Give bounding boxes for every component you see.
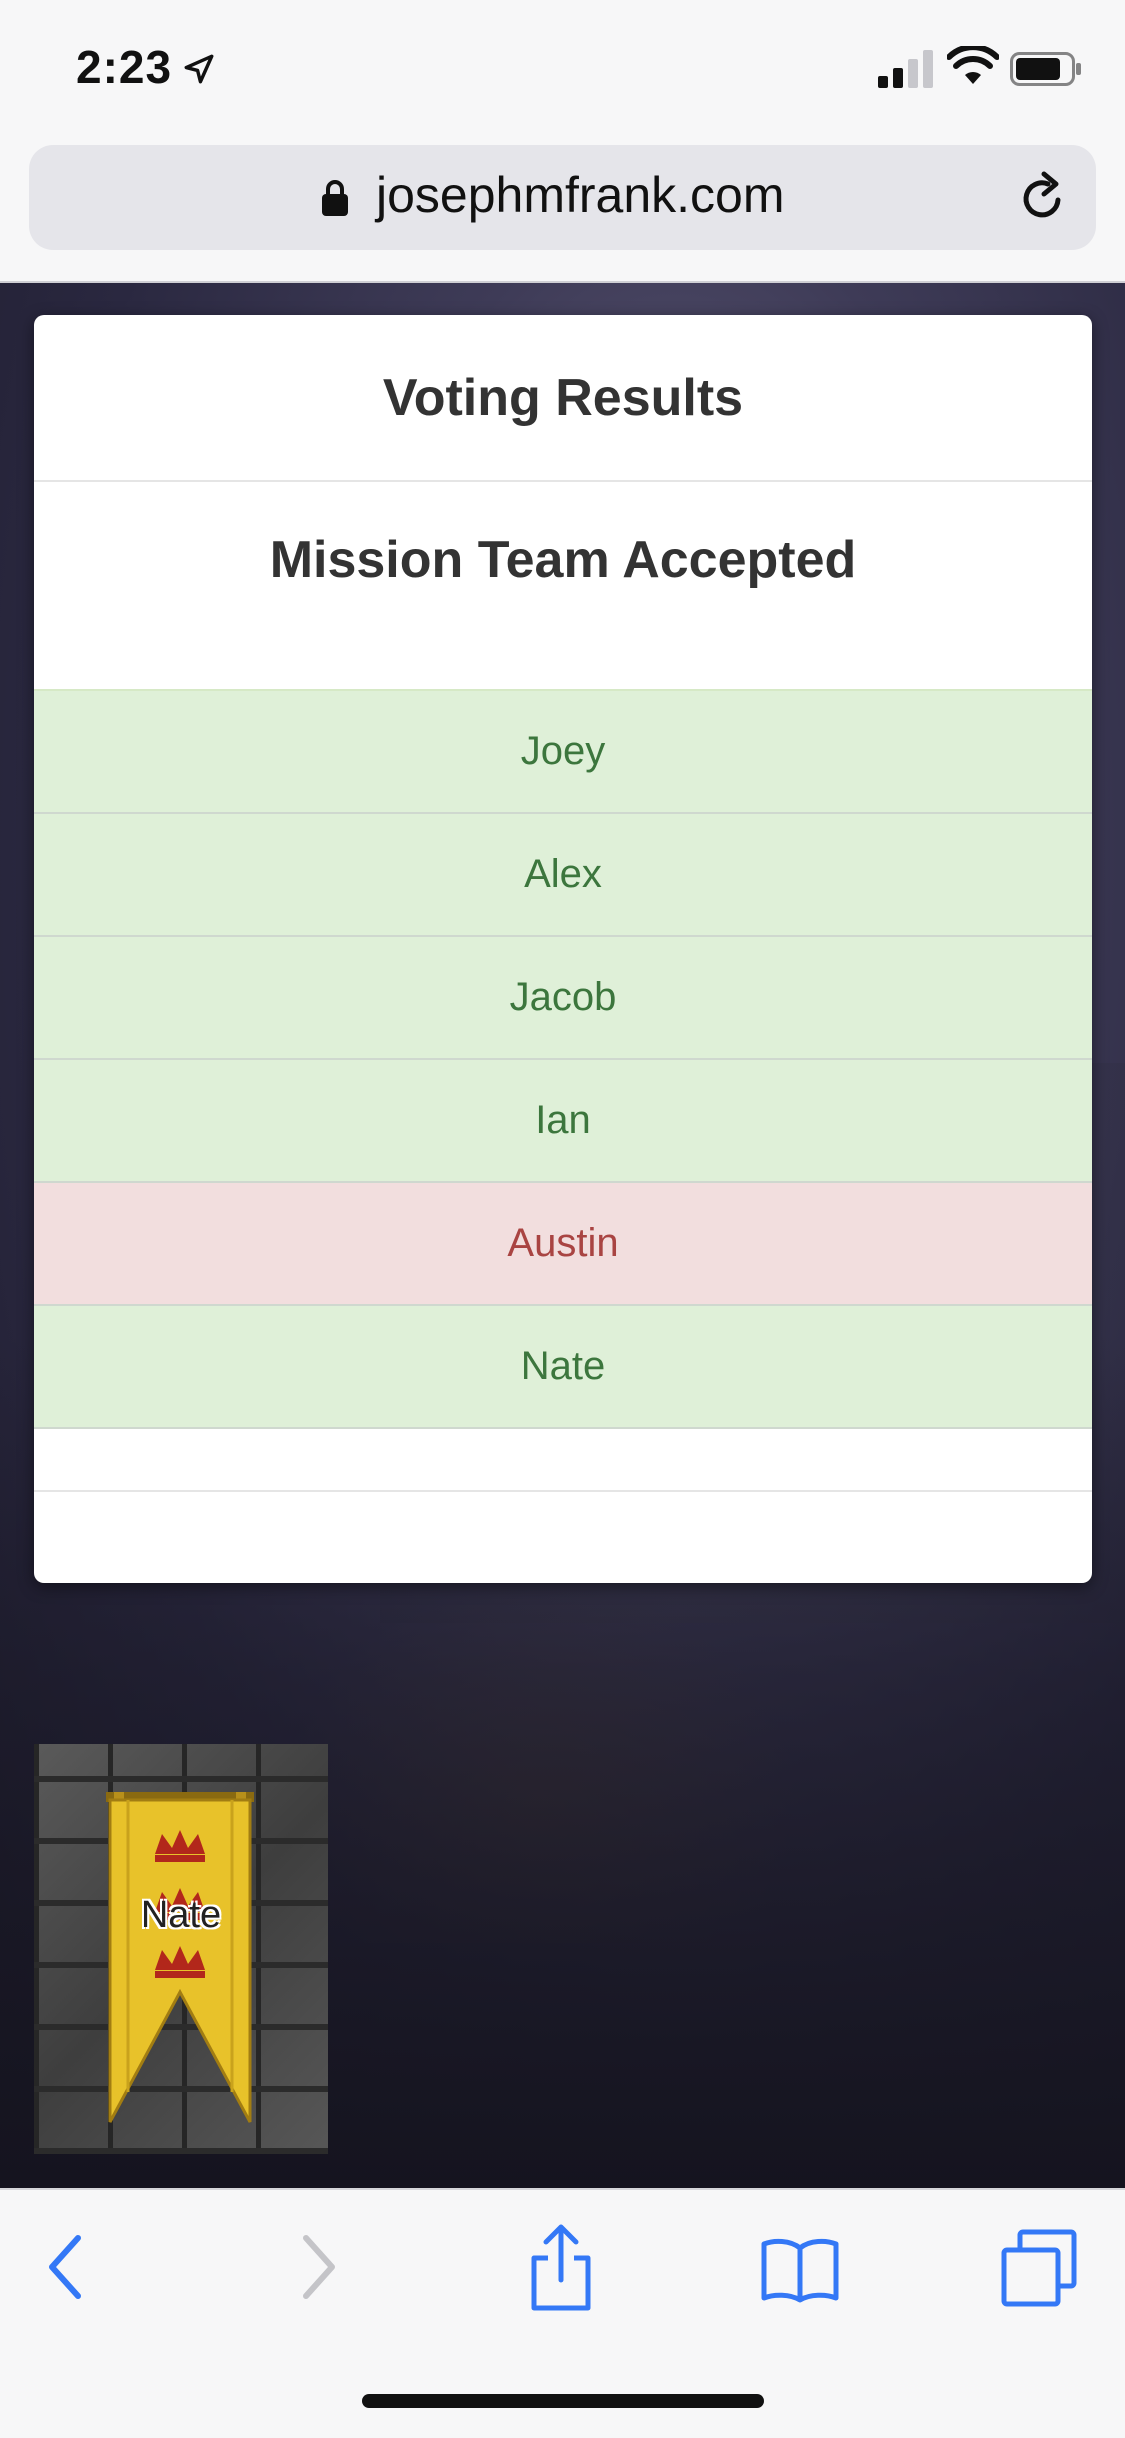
reload-icon[interactable] [1018,170,1068,224]
voter-name: Alex [524,852,602,896]
modal-body: Mission Team Accepted Joey Alex Jacob Ia… [34,482,1092,1492]
back-icon[interactable] [44,2232,88,2302]
bookmarks-icon[interactable] [760,2234,840,2304]
vote-list: Joey Alex Jacob Ian Austin Nate [34,689,1092,1429]
share-icon[interactable] [526,2222,596,2312]
lock-icon [322,180,348,216]
modal-header: Voting Results [34,315,1092,482]
status-bar: 2:23 [0,0,1125,135]
player-name: Nate [140,1894,222,1936]
battery-icon [1010,52,1081,86]
voting-results-modal: Voting Results Mission Team Accepted Joe… [34,315,1092,1583]
modal-footer [34,1490,1092,1583]
voter-name: Nate [520,1344,606,1388]
vote-row-approve: Nate [34,1306,1092,1429]
vote-row-approve: Alex [34,814,1092,937]
vote-row-approve: Joey [34,691,1092,814]
modal-title: Voting Results [382,368,744,427]
vote-outcome: Mission Team Accepted [269,531,857,589]
forward-icon[interactable] [296,2232,340,2302]
voter-name: Jacob [509,975,617,1019]
voter-name: Ian [535,1098,591,1142]
location-arrow-icon [184,54,214,84]
cellular-signal-icon [878,50,933,88]
vote-row-approve: Jacob [34,937,1092,1060]
crown-banner-icon [106,1792,254,2123]
vote-row-reject: Austin [34,1183,1092,1306]
home-indicator[interactable] [362,2394,764,2408]
status-time: 2:23 [76,41,173,93]
voter-name: Austin [507,1221,619,1265]
url-text[interactable]: josephmfrank.com [376,166,785,224]
player-card[interactable]: Nate [34,1744,328,2154]
wifi-icon [947,46,999,84]
tabs-icon[interactable] [1000,2228,1078,2308]
voter-name: Joey [520,729,606,773]
vote-row-approve: Ian [34,1060,1092,1183]
